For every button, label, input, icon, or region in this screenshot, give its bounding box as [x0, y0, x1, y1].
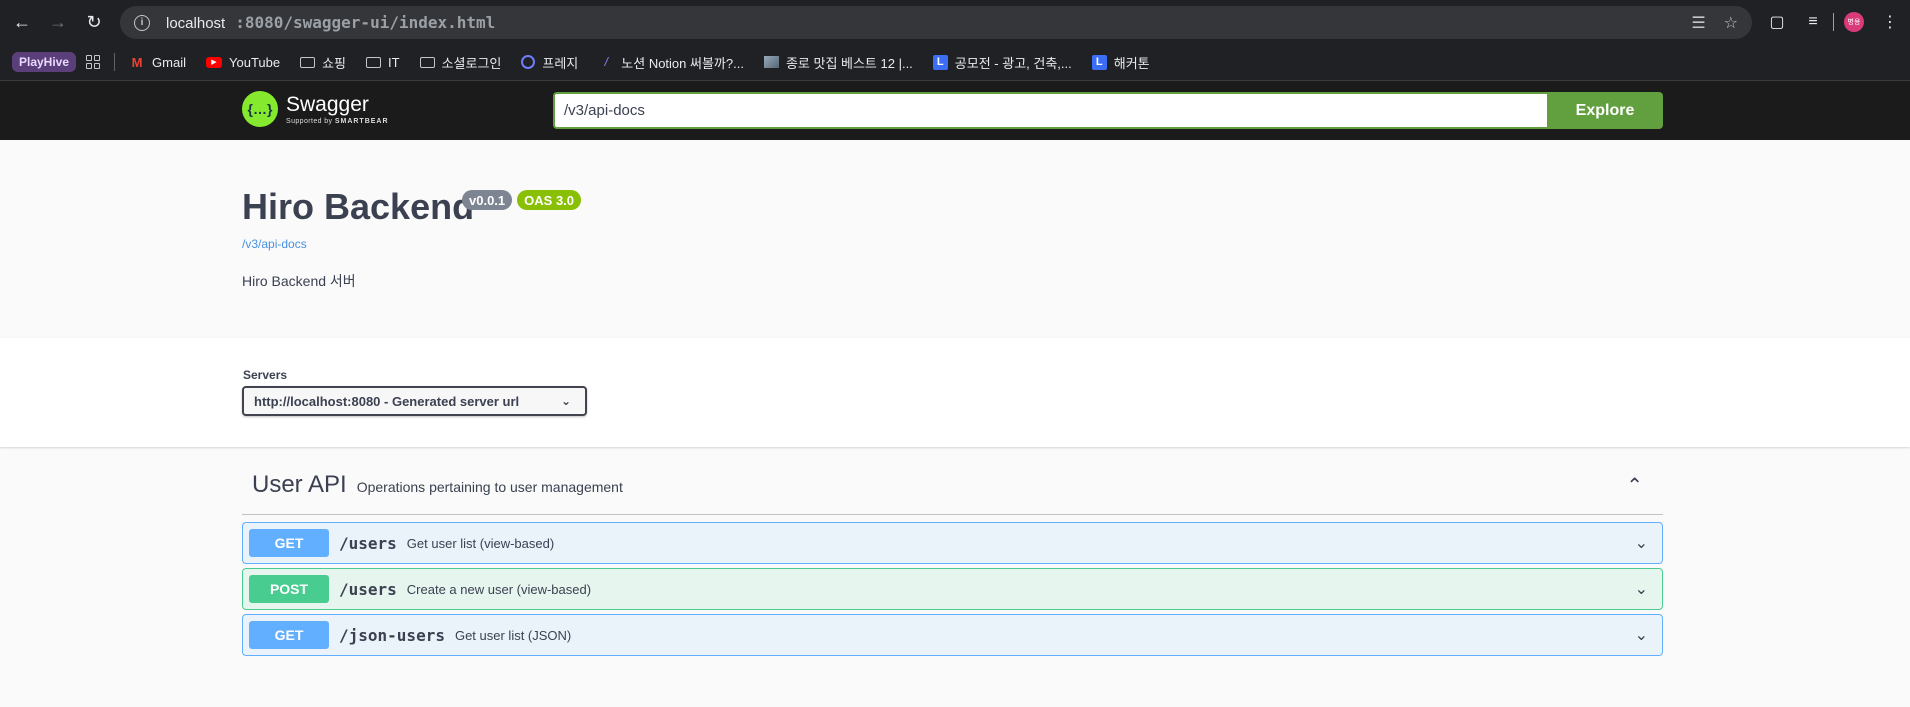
opblock-get-users[interactable]: GET /users Get user list (view-based) ⌄ [242, 522, 1663, 564]
chevron-down-icon[interactable]: ⌄ [1635, 625, 1648, 645]
bookmark-prezi[interactable]: 프레지 [511, 48, 588, 76]
bookmark-notion[interactable]: / 노션 Notion 써볼까?... [588, 48, 754, 76]
swagger-logo[interactable]: {…} Swagger Supported by SMARTBEAR [242, 91, 389, 127]
tag-header-user-api[interactable]: User API Operations pertaining to user m… [242, 455, 1663, 515]
browser-toolbar: ← → ↻ i localhost:8080/swagger-ui/index.… [0, 0, 1910, 44]
operations-section: User API Operations pertaining to user m… [0, 447, 1910, 707]
oas-badge: OAS 3.0 [517, 190, 582, 210]
operation-path: /users [339, 579, 397, 599]
prezi-icon [521, 55, 536, 69]
bookmarks-bar: PlayHive M Gmail ▶ YouTube 쇼핑 IT 소셜로그인 프레지… [0, 44, 1910, 81]
servers-select[interactable]: http://localhost:8080 - Generated server… [242, 386, 587, 416]
chevron-down-icon[interactable]: ⌄ [1635, 579, 1648, 599]
method-badge: GET [249, 621, 329, 649]
apps-grid-icon[interactable] [86, 55, 101, 69]
bookmarks-divider [114, 53, 116, 71]
servers-label: Servers [243, 368, 288, 382]
swagger-logo-icon: {…} [242, 91, 278, 127]
opblock-get-json-users[interactable]: GET /json-users Get user list (JSON) ⌄ [242, 614, 1663, 656]
logo-title: Swagger [286, 92, 369, 116]
explore-button[interactable]: Explore [1547, 92, 1663, 129]
folder-icon [300, 56, 316, 68]
chevron-down-icon[interactable]: ⌄ [1635, 533, 1648, 553]
bookmark-folder-shopping[interactable]: 쇼핑 [290, 48, 356, 76]
tag-description: Operations pertaining to user management [356, 478, 623, 495]
translate-icon[interactable]: ☰ [1691, 13, 1705, 33]
l-icon: L [932, 54, 948, 70]
toolbar-divider [1833, 13, 1834, 31]
address-bar[interactable]: i localhost:8080/swagger-ui/index.html ☰… [120, 6, 1752, 39]
media-controls-icon[interactable]: ≡ [1797, 6, 1829, 38]
extensions-icon[interactable]: ▢ [1761, 6, 1793, 38]
folder-icon [419, 56, 435, 68]
tag-name: User API [252, 470, 347, 498]
bookmark-youtube[interactable]: ▶ YouTube [196, 48, 290, 76]
bookmark-contest[interactable]: L 공모전 - 광고, 건축,... [923, 48, 1082, 76]
bookmark-playhive[interactable]: PlayHive [12, 52, 77, 72]
method-badge: GET [249, 529, 329, 557]
logo-subtitle: Supported by SMARTBEAR [286, 117, 389, 125]
reload-icon[interactable]: ↻ [76, 4, 112, 40]
url-text[interactable]: localhost:8080/swagger-ui/index.html [166, 13, 495, 32]
api-description: Hiro Backend 서버 [242, 273, 356, 289]
operation-path: /users [339, 533, 397, 553]
back-arrow-icon[interactable]: ← [4, 4, 40, 40]
api-info: Hiro Backend v0.0.1 OAS 3.0 /v3/api-docs… [0, 140, 1910, 338]
page-title: Hiro Backend [242, 186, 475, 227]
spec-link[interactable]: /v3/api-docs [242, 237, 307, 251]
method-badge: POST [249, 575, 329, 603]
chevron-up-icon[interactable]: ⌃ [1626, 473, 1643, 498]
site-info-icon[interactable]: i [134, 14, 150, 31]
bookmark-jongno-food[interactable]: 종로 맛집 베스트 12 |... [754, 48, 923, 76]
version-badge: v0.0.1 [462, 190, 513, 210]
spec-url-input[interactable]: /v3/api-docs [553, 92, 1547, 129]
l-icon: L [1091, 54, 1107, 70]
operation-summary: Get user list (JSON) [454, 627, 572, 643]
bookmark-star-icon[interactable]: ☆ [1724, 13, 1738, 33]
youtube-icon: ▶ [206, 56, 222, 68]
gmail-icon: M [131, 54, 143, 70]
kebab-menu-icon[interactable]: ⋮ [1874, 6, 1906, 38]
bookmark-folder-it[interactable]: IT [356, 48, 410, 76]
forward-arrow-icon[interactable]: → [40, 4, 76, 40]
bookmark-folder-social-login[interactable]: 소셜로그인 [410, 48, 512, 76]
operation-summary: Get user list (view-based) [406, 535, 555, 551]
operation-path: /json-users [339, 625, 445, 645]
folder-icon [366, 56, 382, 68]
notion-icon: / [604, 55, 608, 69]
image-icon [763, 56, 779, 68]
bookmark-hackathon[interactable]: L 해커톤 [1082, 48, 1160, 76]
profile-avatar[interactable]: 병용 [1838, 6, 1870, 38]
opblock-post-users[interactable]: POST /users Create a new user (view-base… [242, 568, 1663, 610]
spec-url-form: /v3/api-docs Explore [553, 92, 1663, 129]
chevron-down-icon: ⌄ [560, 394, 571, 408]
servers-section: Servers http://localhost:8080 - Generate… [0, 338, 1910, 447]
bookmark-gmail[interactable]: M Gmail [119, 48, 196, 76]
operation-summary: Create a new user (view-based) [406, 581, 592, 597]
swagger-topbar: {…} Swagger Supported by SMARTBEAR /v3/a… [0, 81, 1910, 140]
